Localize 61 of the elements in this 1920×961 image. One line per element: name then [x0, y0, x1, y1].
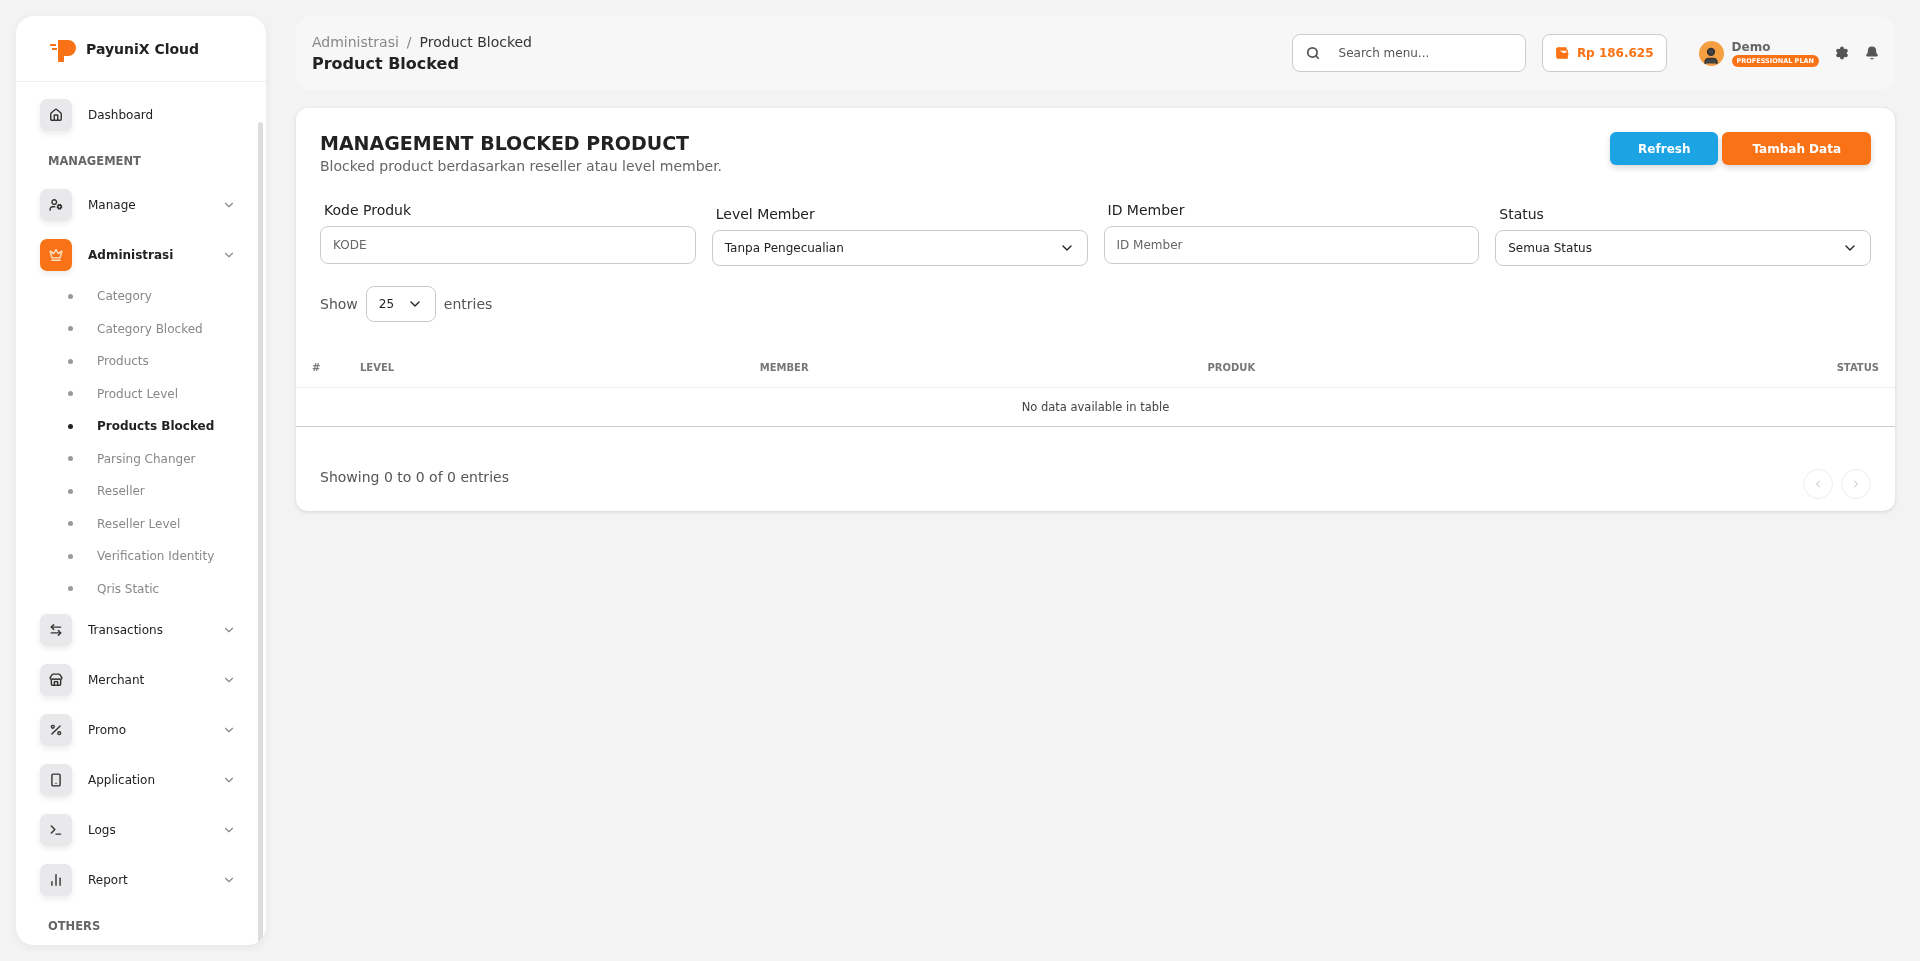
sidebar-item[interactable]: Administrasi: [40, 230, 250, 280]
field-label: Status: [1498, 206, 1545, 222]
sidebar-label: Dashboard: [88, 108, 155, 122]
select-field[interactable]: Semua Status: [1495, 230, 1871, 266]
field-label: ID Member: [1106, 202, 1186, 218]
select-field[interactable]: Tanpa Pengecualian: [711, 230, 1088, 266]
field-label: Level Member: [714, 206, 816, 222]
submenu-item[interactable]: Reseller Level: [40, 507, 250, 540]
submenu-item[interactable]: Parsing Changer: [40, 442, 250, 475]
search-icon: [1305, 46, 1320, 60]
sidebar-item[interactable]: Logs: [40, 805, 250, 855]
search-field[interactable]: Search menu...: [1291, 34, 1526, 72]
page-size-select[interactable]: 25: [365, 286, 436, 322]
sidebar-label: Application: [88, 773, 157, 787]
column-header: #: [296, 348, 344, 388]
submenu-item[interactable]: Reseller: [40, 475, 250, 508]
submenu-item[interactable]: Category: [40, 280, 250, 313]
page-title: Product Blocked: [312, 53, 460, 73]
sidebar-label: Administrasi: [88, 248, 175, 262]
sidebar-label: Promo: [88, 723, 128, 737]
section-heading: OTHERS: [47, 918, 102, 935]
column-header: PRODUK: [1191, 348, 1672, 388]
sidebar-item[interactable]: Dashboard: [40, 90, 250, 140]
sidebar-label: Logs: [88, 823, 117, 837]
submenu-item[interactable]: Verification Identity: [40, 540, 250, 573]
sidebar-label: Manage: [88, 198, 137, 212]
section-heading: MANAGEMENT: [47, 153, 142, 170]
bell-icon[interactable]: [1865, 46, 1879, 60]
submenu-item[interactable]: Products Blocked: [40, 410, 250, 443]
column-header: LEVEL: [343, 348, 744, 388]
user-name: Demo: [1731, 39, 1772, 54]
breadcrumb-item: Product Blocked: [419, 33, 532, 50]
table-info: Showing 0 to 0 of 0 entries: [320, 469, 509, 485]
sidebar-item[interactable]: Promo: [40, 705, 250, 755]
sidebar-item[interactable]: Application: [40, 755, 250, 805]
sidebar-label: Transactions: [88, 623, 164, 637]
submenu-item[interactable]: Category Blocked: [40, 312, 250, 345]
wallet-icon: [1554, 46, 1569, 60]
sidebar-label: Merchant: [88, 673, 146, 687]
submenu-item[interactable]: Products: [40, 345, 250, 378]
column-header: MEMBER: [743, 348, 1192, 388]
sidebar-item[interactable]: Transactions: [40, 605, 250, 655]
field-label: Kode Produk: [323, 202, 413, 218]
submenu-item[interactable]: Qris Static: [40, 572, 250, 605]
column-header: STATUS: [1671, 348, 1895, 388]
sidebar-label: Report: [88, 873, 129, 887]
settings-icon[interactable]: [1835, 46, 1849, 60]
avatar[interactable]: [1698, 40, 1724, 66]
breadcrumb-item: /: [406, 33, 412, 50]
card-subtitle: Blocked product berdasarkan reseller atau level member.: [320, 158, 723, 174]
brand-name: PayuniX Cloud: [86, 40, 200, 57]
sidebar-item[interactable]: Manage: [40, 180, 250, 230]
card-title: MANAGEMENT BLOCKED PRODUCT: [320, 132, 691, 154]
empty-message: No data available in table: [296, 387, 1895, 427]
show-label: Show: [320, 296, 358, 312]
input-field[interactable]: ID Member: [1103, 226, 1480, 264]
sidebar-item[interactable]: Merchant: [40, 655, 250, 705]
input-field[interactable]: KODE: [320, 226, 696, 264]
submenu-item[interactable]: Product Level: [40, 377, 250, 410]
sidebar-item[interactable]: Report: [40, 855, 250, 905]
entries-label: entries: [443, 296, 493, 312]
